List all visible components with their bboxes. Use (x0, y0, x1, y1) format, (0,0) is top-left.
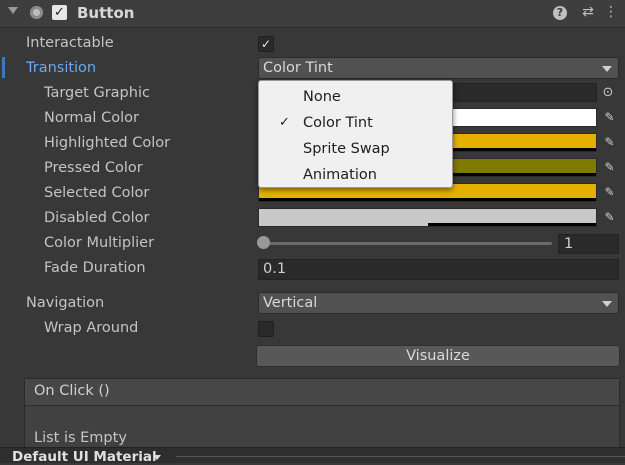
foldout-arrow-icon[interactable] (8, 7, 18, 14)
color-multiplier-slider-handle[interactable] (257, 236, 270, 249)
wrap-around-checkbox[interactable] (258, 321, 274, 337)
navigation-value: Vertical (263, 295, 318, 311)
help-icon[interactable]: ? (553, 6, 567, 20)
on-click-title: On Click () (34, 383, 110, 399)
navigation-dropdown[interactable]: Vertical (258, 292, 619, 314)
fade-duration-label: Fade Duration (44, 260, 146, 276)
menu-item-label: Animation (303, 167, 377, 183)
component-icon (30, 6, 43, 19)
list-empty-text: List is Empty (34, 430, 127, 446)
component-enabled-checkbox[interactable]: ✓ (52, 5, 67, 20)
color-multiplier-slider-track[interactable] (262, 242, 552, 245)
eyedropper-icon[interactable]: ✎ (600, 208, 619, 227)
check-icon: ✓ (279, 115, 290, 130)
transition-value: Color Tint (263, 60, 333, 76)
object-picker-icon[interactable]: ⊙ (599, 84, 617, 102)
footer-divider (176, 456, 625, 457)
pressed-color-label: Pressed Color (44, 160, 143, 176)
menu-item-label: None (303, 89, 341, 105)
interactable-checkbox[interactable]: ✓ (258, 36, 274, 52)
transition-dropdown-menu: None ✓ Color Tint Sprite Swap Animation (258, 80, 453, 188)
disabled-color-label: Disabled Color (44, 210, 150, 226)
selected-color-label: Selected Color (44, 185, 150, 201)
eyedropper-icon[interactable]: ✎ (600, 183, 619, 202)
material-foldout-label[interactable]: Default UI Material (12, 449, 157, 465)
menu-item-sprite-swap[interactable]: Sprite Swap (259, 136, 452, 162)
interactable-label: Interactable (26, 35, 114, 51)
color-multiplier-field[interactable]: 1 (558, 234, 619, 254)
more-options-icon[interactable]: ⋮ (603, 4, 619, 20)
dropdown-arrow-icon (602, 66, 612, 72)
component-title: Button (77, 4, 135, 22)
transition-dropdown[interactable]: Color Tint (258, 57, 619, 79)
fade-duration-field[interactable]: 0.1 (258, 259, 619, 280)
menu-item-none[interactable]: None (259, 84, 452, 110)
menu-item-color-tint[interactable]: ✓ Color Tint (259, 110, 452, 136)
selected-row-indicator (2, 57, 5, 78)
normal-color-label: Normal Color (44, 110, 139, 126)
presets-icon[interactable]: ⇄ (580, 4, 596, 20)
target-graphic-label: Target Graphic (44, 85, 150, 101)
menu-item-animation[interactable]: Animation (259, 162, 452, 188)
on-click-header (25, 379, 619, 406)
menu-item-label: Sprite Swap (303, 141, 390, 157)
transition-label: Transition (26, 60, 97, 76)
chevron-down-icon[interactable] (153, 455, 161, 460)
menu-item-label: Color Tint (303, 115, 373, 131)
highlighted-color-label: Highlighted Color (44, 135, 171, 151)
navigation-label: Navigation (26, 295, 105, 311)
eyedropper-icon[interactable]: ✎ (600, 133, 619, 152)
dropdown-arrow-icon (602, 301, 612, 307)
wrap-around-label: Wrap Around (44, 320, 139, 336)
disabled-color-swatch[interactable] (258, 208, 597, 227)
color-multiplier-label: Color Multiplier (44, 235, 155, 251)
visualize-button[interactable]: Visualize (256, 345, 620, 367)
eyedropper-icon[interactable]: ✎ (600, 108, 619, 127)
eyedropper-icon[interactable]: ✎ (600, 158, 619, 177)
